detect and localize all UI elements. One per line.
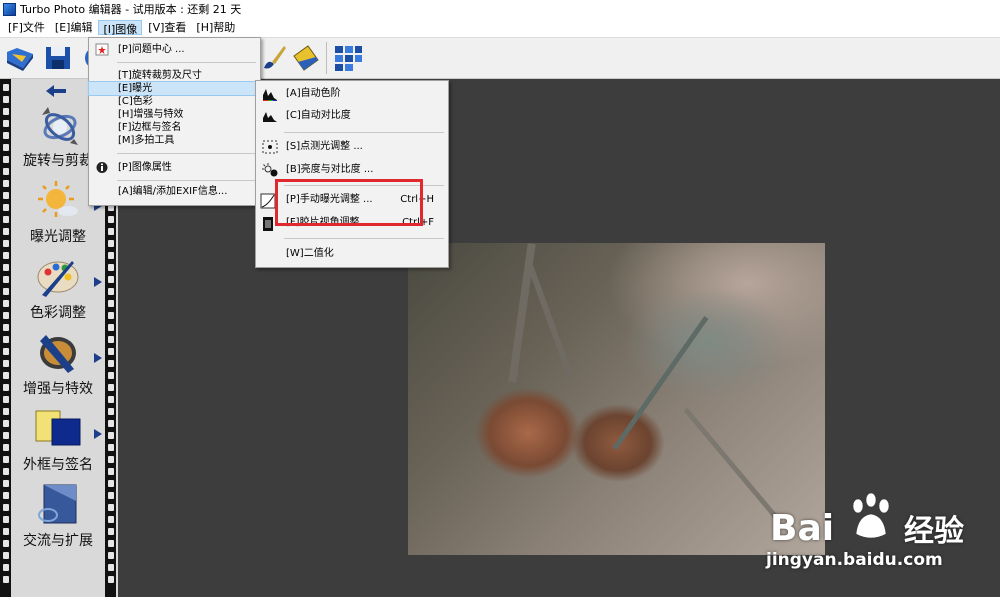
menu-item-frame[interactable]: [F]边框与签名: [89, 121, 260, 134]
menu-image[interactable]: [I]图像: [98, 20, 143, 36]
menu-separator: [284, 132, 444, 133]
curve-icon: [260, 193, 276, 209]
save-icon[interactable]: [42, 42, 74, 74]
rotate-crop-icon: [34, 103, 82, 147]
menu-separator: [117, 153, 256, 154]
menu-item-multishot[interactable]: [M]多拍工具: [89, 134, 260, 147]
share-extend-icon: [34, 483, 82, 527]
exposure-sun-icon: [34, 179, 82, 223]
sidebar-item-label: 曝光调整: [30, 229, 86, 245]
app-icon: [3, 2, 16, 16]
multi-window-icon[interactable]: [332, 42, 364, 74]
menu-help[interactable]: [H]帮助: [192, 19, 239, 36]
submenu-item-auto-contrast[interactable]: [C]自动对比度: [256, 105, 448, 127]
sidebar-item-label: 外框与签名: [23, 457, 93, 473]
menu-view[interactable]: [V]查看: [144, 19, 190, 36]
menu-separator: [284, 238, 444, 239]
toolbar-separator: [326, 42, 327, 74]
submenu-item-brightness-contrast[interactable]: [B]亮度与对比度 ...: [256, 159, 448, 181]
brush-icon[interactable]: [258, 42, 290, 74]
film-strip-left: [0, 79, 11, 597]
menu-item-color[interactable]: [C]色彩: [89, 95, 260, 108]
sidebar-item-label: 增强与特效: [23, 381, 93, 397]
histogram-color-icon: [262, 87, 277, 101]
back-arrow-icon[interactable]: [44, 84, 68, 98]
watermark-brand: Bai: [770, 508, 835, 549]
baidu-watermark: Bai 经验 jingyan.baidu.com: [760, 488, 990, 578]
title-bar: Turbo Photo 编辑器 - 试用版本 : 还剩 21 天: [0, 0, 1000, 18]
expand-arrow-icon[interactable]: [94, 429, 102, 439]
menu-item-rotate-crop[interactable]: [T]旋转裁剪及尺寸: [89, 69, 260, 82]
film-icon: [260, 216, 274, 231]
image-menu-dropdown: [P]问题中心 ... [T]旋转裁剪及尺寸 [E]曝光 [C]色彩 [H]增强…: [88, 37, 261, 206]
menu-bar: [F]文件 [E]编辑 [I]图像 [V]查看 [H]帮助: [0, 18, 1000, 38]
expand-arrow-icon[interactable]: [94, 277, 102, 287]
frame-signature-icon: [34, 407, 82, 451]
menu-separator: [117, 62, 256, 63]
highlight-box: [275, 179, 423, 226]
menu-item-exif[interactable]: [A]编辑/添加EXIF信息...: [89, 185, 260, 198]
tag-icon[interactable]: [290, 42, 322, 74]
menu-item-problem-center[interactable]: [P]问题中心 ...: [89, 43, 260, 56]
watermark-brand-cn: 经验: [904, 514, 964, 549]
menu-item-image-properties[interactable]: [P]图像属性: [89, 161, 260, 174]
submenu-item-auto-levels[interactable]: [A]自动色阶: [256, 83, 448, 105]
color-palette-icon: [34, 255, 82, 299]
lens-filter-icon: [34, 331, 82, 375]
sidebar-item-label: 色彩调整: [30, 305, 86, 321]
window-title: Turbo Photo 编辑器 - 试用版本 : 还剩 21 天: [20, 3, 242, 16]
baidu-paw-icon: [852, 492, 890, 539]
menu-file[interactable]: [F]文件: [4, 19, 49, 36]
sidebar-item-label: 交流与扩展: [23, 533, 93, 549]
submenu-item-spot-meter[interactable]: [S]点测光调整 ...: [256, 136, 448, 158]
menu-edit[interactable]: [E]编辑: [51, 19, 97, 36]
menu-separator: [117, 180, 256, 181]
sidebar-item-share[interactable]: 交流与扩展: [12, 483, 104, 555]
histogram-icon: [262, 109, 277, 122]
red-star-icon: [95, 43, 109, 56]
menu-item-exposure[interactable]: [E]曝光: [88, 81, 261, 96]
info-icon: [95, 161, 109, 174]
open-folder-icon[interactable]: [4, 42, 36, 74]
sidebar-item-color[interactable]: 色彩调整: [12, 255, 104, 327]
expand-arrow-icon[interactable]: [94, 353, 102, 363]
sidebar-item-enhance[interactable]: 增强与特效: [12, 331, 104, 403]
watermark-url: jingyan.baidu.com: [766, 550, 943, 570]
sidebar-item-frame[interactable]: 外框与签名: [12, 407, 104, 479]
exposure-submenu: [A]自动色阶 [C]自动对比度 [S]点测光调整 ... [B]亮度与对比度 …: [255, 80, 449, 268]
submenu-item-binarize[interactable]: [W]二值化: [256, 243, 448, 265]
brightness-contrast-icon: [262, 163, 278, 177]
menu-item-enhance[interactable]: [H]增强与特效: [89, 108, 260, 121]
spot-meter-icon: [262, 140, 278, 154]
